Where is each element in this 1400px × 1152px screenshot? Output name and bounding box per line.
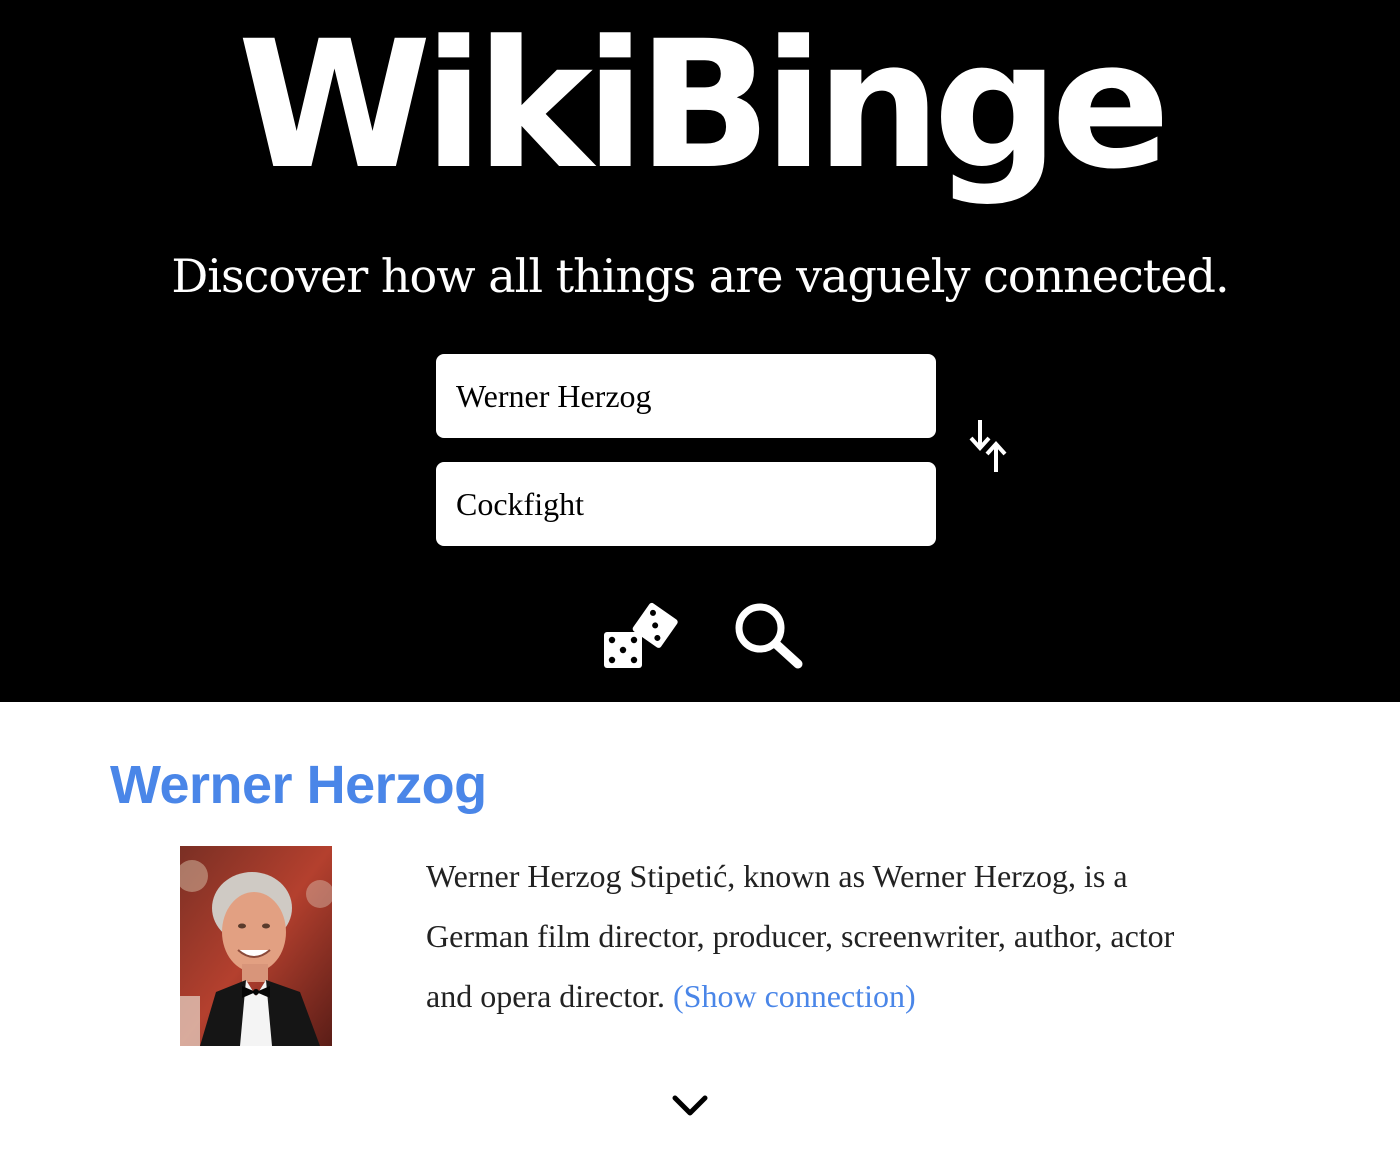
result-description: Werner Herzog Stipetić, known as Werner …: [426, 846, 1226, 1026]
header: WikiBinge Discover how all things are va…: [0, 0, 1400, 702]
random-button[interactable]: [598, 598, 682, 674]
from-article-input[interactable]: [436, 354, 936, 438]
magnifier-icon: [735, 603, 803, 669]
show-connection-link[interactable]: (Show connection): [673, 978, 916, 1014]
tagline: Discover how all things are vaguely conn…: [171, 249, 1229, 303]
chevron-down-icon: [672, 1095, 708, 1116]
portrait-photo: [180, 846, 332, 1046]
result-title[interactable]: Werner Herzog: [110, 750, 487, 820]
logo: WikiBinge: [237, 3, 1171, 208]
swap-arrows-icon: [969, 420, 1007, 472]
search-button[interactable]: [728, 598, 810, 674]
result-photo: [180, 846, 332, 1046]
dice-icon: [604, 602, 678, 668]
to-article-input[interactable]: [436, 462, 936, 546]
swap-button[interactable]: [962, 412, 1016, 482]
expand-button[interactable]: [668, 1088, 712, 1124]
